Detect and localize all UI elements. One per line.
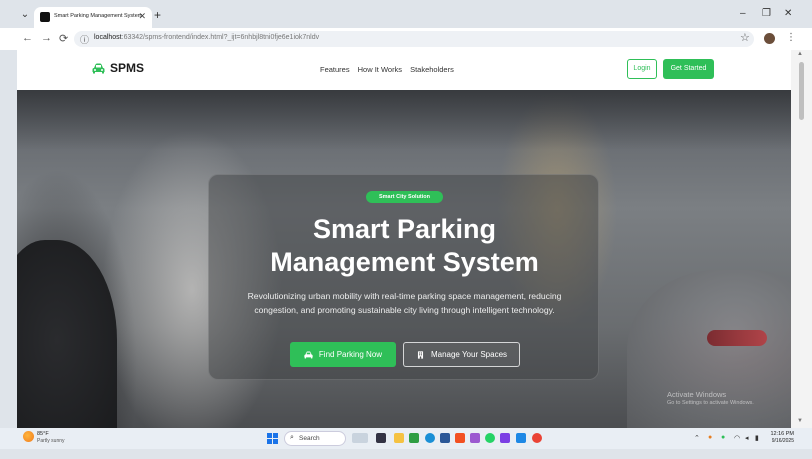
manage-spaces-button[interactable]: Manage Your Spaces — [403, 342, 520, 367]
scroll-down-arrow-icon[interactable]: ▼ — [797, 418, 803, 424]
clock-date: 9/16/2025 — [771, 438, 794, 444]
tab-search-icon[interactable]: ⌄ — [18, 8, 32, 22]
scroll-up-arrow-icon[interactable]: ▲ — [797, 51, 803, 57]
battery-icon[interactable]: ▮ — [755, 434, 759, 442]
site-info-icon[interactable]: ⓘ — [80, 33, 89, 46]
find-parking-label: Find Parking Now — [318, 350, 383, 359]
manage-spaces-label: Manage Your Spaces — [430, 350, 508, 359]
volume-icon[interactable]: ◂ — [745, 434, 749, 442]
hero-badge: Smart City Solution — [366, 191, 443, 203]
building-icon — [417, 350, 424, 359]
whatsapp-icon[interactable] — [485, 433, 495, 443]
hero-title-line2: Management System — [270, 247, 539, 277]
widgets-icon[interactable] — [352, 433, 368, 443]
activate-windows-subtitle: Go to Settings to activate Windows. — [667, 400, 754, 406]
profile-avatar[interactable] — [764, 33, 775, 44]
tab-title: Smart Parking Management System — [54, 13, 143, 19]
weather-sun-icon[interactable] — [23, 431, 34, 442]
taskbar-clock[interactable]: 12:16 PM 9/16/2025 — [766, 431, 794, 444]
tray-app-icon[interactable]: ● — [721, 434, 725, 441]
edge-browser-icon[interactable] — [425, 433, 435, 443]
hero-subtitle: Revolutionizing urban mobility with real… — [247, 291, 562, 315]
brand-name: SPMS — [110, 61, 145, 75]
brave-icon[interactable] — [455, 433, 465, 443]
url-text: localhost:63342/spms-frontend/index.html… — [94, 34, 319, 41]
task-view-icon[interactable] — [376, 433, 386, 443]
nav-links: Features How It Works Stakeholders — [320, 65, 454, 74]
activate-windows-title: Activate Windows — [667, 390, 727, 399]
maximize-button[interactable]: ❐ — [762, 8, 771, 19]
windows-taskbar: 85°F Partly sunny ⌕ Search ⌃ ● ● ◠ ◂ ▮ 1… — [0, 428, 812, 449]
app-icon[interactable] — [409, 433, 419, 443]
vscode-icon[interactable] — [516, 433, 526, 443]
hero-title-line1: Smart Parking — [312, 214, 497, 244]
hero-card: Smart City Solution Smart Parking Manage… — [208, 174, 599, 380]
car-icon — [304, 351, 313, 358]
wifi-icon[interactable]: ◠ — [734, 434, 740, 442]
site-navbar: SPMS Features How It Works Stakeholders … — [17, 50, 791, 90]
web-page: SPMS Features How It Works Stakeholders … — [17, 50, 791, 428]
close-tab-icon[interactable]: ✕ — [138, 11, 146, 22]
find-parking-button[interactable]: Find Parking Now — [290, 342, 396, 367]
url-path: :63342/spms-frontend/index.html?_ijt=6nh… — [121, 34, 320, 41]
activate-windows-watermark: Activate Windows Go to Settings to activ… — [667, 390, 754, 406]
app-icon[interactable] — [470, 433, 480, 443]
store-icon[interactable] — [440, 433, 450, 443]
get-started-button[interactable]: Get Started — [663, 59, 714, 79]
minimize-button[interactable]: – — [740, 8, 746, 19]
hero-section: Smart City Solution Smart Parking Manage… — [17, 90, 791, 428]
chrome-icon[interactable] — [532, 433, 542, 443]
search-icon: ⌕ — [290, 434, 294, 441]
forward-button[interactable]: → — [41, 32, 52, 44]
weather-description: Partly sunny — [37, 438, 65, 444]
favicon-icon — [40, 12, 50, 22]
tray-overflow-icon[interactable]: ⌃ — [694, 434, 700, 442]
browser-menu-icon[interactable]: ⋮ — [786, 32, 796, 43]
car-icon — [92, 63, 105, 73]
brand-logo[interactable]: SPMS — [92, 61, 144, 75]
taskbar-search-input[interactable]: ⌕ Search — [284, 431, 346, 446]
address-bar-row: ← → ⟳ ⓘ localhost:63342/spms-frontend/in… — [0, 28, 812, 50]
browser-tab-strip: ⌄ Smart Parking Management System ✕ + – … — [0, 0, 812, 28]
reload-button[interactable]: ⟳ — [59, 32, 68, 45]
windows-start-icon[interactable] — [267, 433, 278, 444]
taskbar-search-label: Search — [299, 435, 320, 442]
nav-link-how-it-works[interactable]: How It Works — [358, 65, 402, 74]
url-host: localhost — [94, 34, 122, 41]
hero-title: Smart Parking Management System — [209, 213, 600, 279]
page-scrollbar[interactable]: ▲ ▼ — [791, 50, 812, 428]
nav-link-features[interactable]: Features — [320, 65, 350, 74]
login-button[interactable]: Login — [627, 59, 657, 79]
back-button[interactable]: ← — [22, 32, 33, 44]
scroll-thumb[interactable] — [799, 62, 804, 120]
tray-app-icon[interactable]: ● — [708, 434, 712, 441]
nav-link-stakeholders[interactable]: Stakeholders — [410, 65, 454, 74]
screen-bottom-edge — [0, 449, 812, 459]
app-icon[interactable] — [500, 433, 510, 443]
browser-tab[interactable]: Smart Parking Management System ✕ — [34, 7, 152, 28]
url-input[interactable]: ⓘ localhost:63342/spms-frontend/index.ht… — [74, 31, 754, 47]
file-explorer-icon[interactable] — [394, 433, 404, 443]
hero-background-car — [17, 240, 117, 428]
weather-temperature: 85°F — [37, 431, 49, 437]
new-tab-button[interactable]: + — [154, 8, 161, 22]
clock-time: 12:16 PM — [770, 431, 794, 437]
hero-background-taillight — [707, 330, 767, 346]
hero-background-ceiling — [17, 90, 791, 150]
close-window-button[interactable]: ✕ — [784, 8, 792, 19]
bookmark-star-icon[interactable]: ☆ — [740, 31, 750, 44]
